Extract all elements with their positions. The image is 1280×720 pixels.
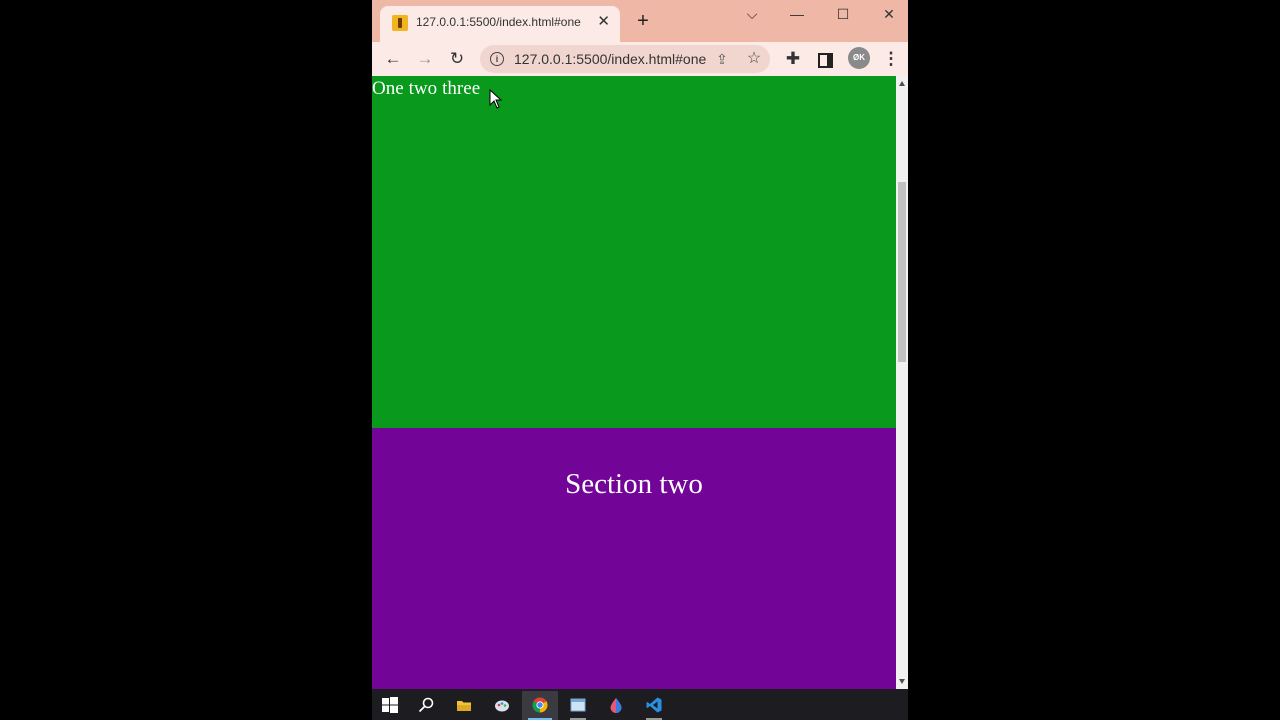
share-icon[interactable]: ⇪ xyxy=(712,49,732,69)
forward-arrow-icon[interactable]: → xyxy=(414,48,436,70)
page-viewport: One two three Section two xyxy=(372,76,896,689)
section-one: One two three xyxy=(372,76,896,428)
url-text[interactable]: 127.0.0.1:5500/index.html#one xyxy=(514,51,706,67)
tab-title: 127.0.0.1:5500/index.html#one xyxy=(416,15,581,29)
close-window-button[interactable]: ✕ xyxy=(879,4,899,24)
tab-close-icon[interactable]: ✕ xyxy=(597,13,610,31)
taskbar-vscode[interactable] xyxy=(636,691,672,720)
taskbar-paint[interactable] xyxy=(484,691,520,720)
windows-taskbar xyxy=(372,689,908,720)
reload-icon[interactable]: ↻ xyxy=(446,48,468,70)
kebab-menu-icon[interactable]: ⋮ xyxy=(880,48,902,70)
paint-icon xyxy=(495,700,509,712)
side-panel-icon[interactable] xyxy=(814,48,836,70)
title-bar: 127.0.0.1:5500/index.html#one ✕ + ⌵ — ☐ … xyxy=(372,0,908,42)
vertical-scrollbar[interactable] xyxy=(896,76,908,689)
site-info-icon[interactable]: i xyxy=(490,52,504,66)
vscode-icon xyxy=(646,697,662,713)
file-explorer-icon xyxy=(457,701,471,711)
tab-search-chevron-icon[interactable]: ⌵ xyxy=(742,4,762,24)
browser-window: 127.0.0.1:5500/index.html#one ✕ + ⌵ — ☐ … xyxy=(372,0,908,720)
taskbar-search-button[interactable] xyxy=(408,691,444,720)
bookmark-star-icon[interactable]: ☆ xyxy=(744,49,764,69)
search-icon xyxy=(418,697,434,713)
extensions-puzzle-icon[interactable]: ✚ xyxy=(782,48,804,70)
active-tab[interactable]: 127.0.0.1:5500/index.html#one ✕ xyxy=(380,6,620,42)
nav-link-three[interactable]: three xyxy=(442,78,480,99)
chrome-icon xyxy=(532,697,548,713)
minimize-button[interactable]: — xyxy=(787,4,807,24)
scroll-up-arrow-icon[interactable] xyxy=(899,81,905,86)
nav-links: One two three xyxy=(372,78,485,100)
maximize-button[interactable]: ☐ xyxy=(833,4,853,24)
section-two-heading: Section two xyxy=(565,468,703,500)
windows-start-icon xyxy=(382,697,398,713)
favicon-icon xyxy=(392,15,408,31)
app-window-icon xyxy=(570,698,586,712)
new-tab-button[interactable]: + xyxy=(632,10,654,32)
taskbar-file-explorer[interactable] xyxy=(446,691,482,720)
scroll-down-arrow-icon[interactable] xyxy=(899,679,905,684)
taskbar-chrome[interactable] xyxy=(522,691,558,720)
nav-link-two[interactable]: two xyxy=(409,78,438,99)
section-two: Section two xyxy=(372,428,896,689)
start-button[interactable] xyxy=(372,691,408,720)
browser-toolbar: ← → ↻ i 127.0.0.1:5500/index.html#one ⇪ … xyxy=(372,42,908,77)
taskbar-color-app[interactable] xyxy=(598,691,634,720)
nav-link-one[interactable]: One xyxy=(372,78,404,99)
profile-avatar[interactable]: ØK xyxy=(848,47,870,69)
scrollbar-thumb[interactable] xyxy=(898,182,906,362)
taskbar-app-window[interactable] xyxy=(560,691,596,720)
mouse-cursor-icon xyxy=(489,89,503,109)
back-arrow-icon[interactable]: ← xyxy=(382,48,404,70)
address-bar[interactable]: i 127.0.0.1:5500/index.html#one ⇪ ☆ xyxy=(480,45,770,73)
color-drop-icon xyxy=(610,698,622,713)
